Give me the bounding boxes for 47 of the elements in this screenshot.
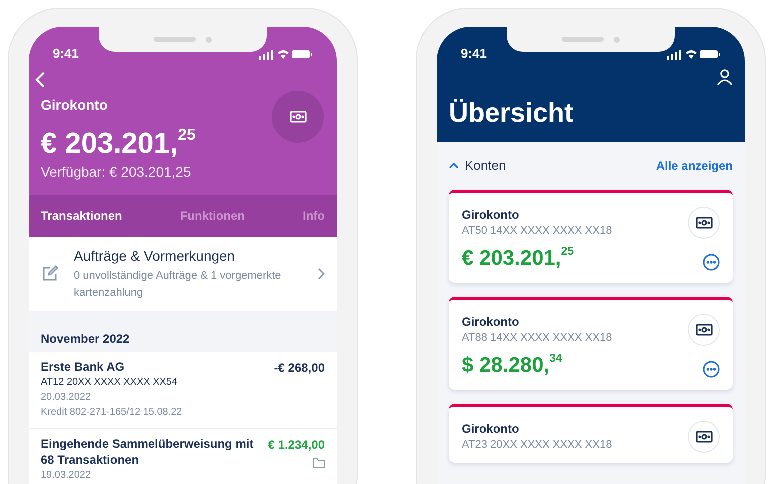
chevron-right-icon [318,268,325,280]
status-icons [667,48,721,60]
available-balance: Verfügbar: € 203.201,25 [41,163,192,182]
month-label: November 2022 [41,331,130,348]
account-balance: $ 28.280,$^{34}$ [462,352,562,378]
transaction-detail: 19.03.2022 [41,469,92,483]
status-time: 9:41 [461,45,488,64]
transaction-detail: AT12 20XX XXXX XXXX XX54 [41,376,179,390]
banknote-icon [696,430,712,442]
show-all-link[interactable]: Alle anzeigen [656,156,733,175]
edit-icon [41,265,59,283]
more-icon[interactable] [703,360,720,378]
account-name: Girokonto [462,314,520,330]
transaction-amount: € 1.234,00 [268,437,325,454]
transaction-title: Eingehende Sammelüberweisung mit 68 Transaktionen [41,436,255,468]
status-time: 9:41 [53,45,80,64]
cash-button[interactable] [272,91,324,143]
accounts-toggle[interactable]: Konten [449,156,506,176]
account-balance: € 203.201,$^{25}$ [462,245,574,272]
orders-subtitle: 0 unvollständige Aufträge & 1 vorgemerkte kartenzahlung [74,269,282,301]
transaction-detail: 20.03.2022 [41,391,92,405]
page-title: Übersicht [448,97,575,130]
status-icons [259,48,313,60]
account-iban: AT23 20XX XXXX XXXX XX18 [462,438,612,452]
tab[interactable]: Transaktionen [41,207,122,225]
account-card[interactable]: Girokonto AT23 20XX XXXX XXXX XX18 [449,404,733,462]
profile-icon[interactable] [717,69,733,86]
account-name: Girokonto [462,420,520,436]
banknote-icon [696,216,712,228]
banknote-icon [290,111,306,123]
cash-button[interactable] [688,206,720,238]
transaction-title: Erste Bank AG [41,359,126,375]
banknote-icon [696,324,712,336]
cash-button[interactable] [688,420,720,452]
cash-button[interactable] [688,314,720,346]
account-iban: AT88 14XX XXXX XXXX XX18 [462,330,612,346]
account-iban: AT50 14XX XXXX XXXX XX18 [462,224,612,238]
transaction-amount: -€ 268,00 [274,360,325,377]
account-name: Girokonto [462,206,520,222]
back-icon[interactable] [35,71,47,89]
account-card[interactable]: Girokonto AT50 14XX XXXX XXXX XX18 € 203.201,$^{25}$ [449,190,733,282]
account-balance: € 203.201,$^{25}$ [41,126,196,162]
account-title: Girokonto [41,96,109,115]
orders-title: Aufträge & Vormerkungen [74,247,236,266]
account-card[interactable]: Girokonto AT88 14XX XXXX XXXX XX18 $ 28.280,$^{34}$ [449,296,733,390]
more-icon[interactable] [703,254,720,270]
transaction-detail: Kredit 802-271-165/12 15.08.22 [41,406,184,420]
